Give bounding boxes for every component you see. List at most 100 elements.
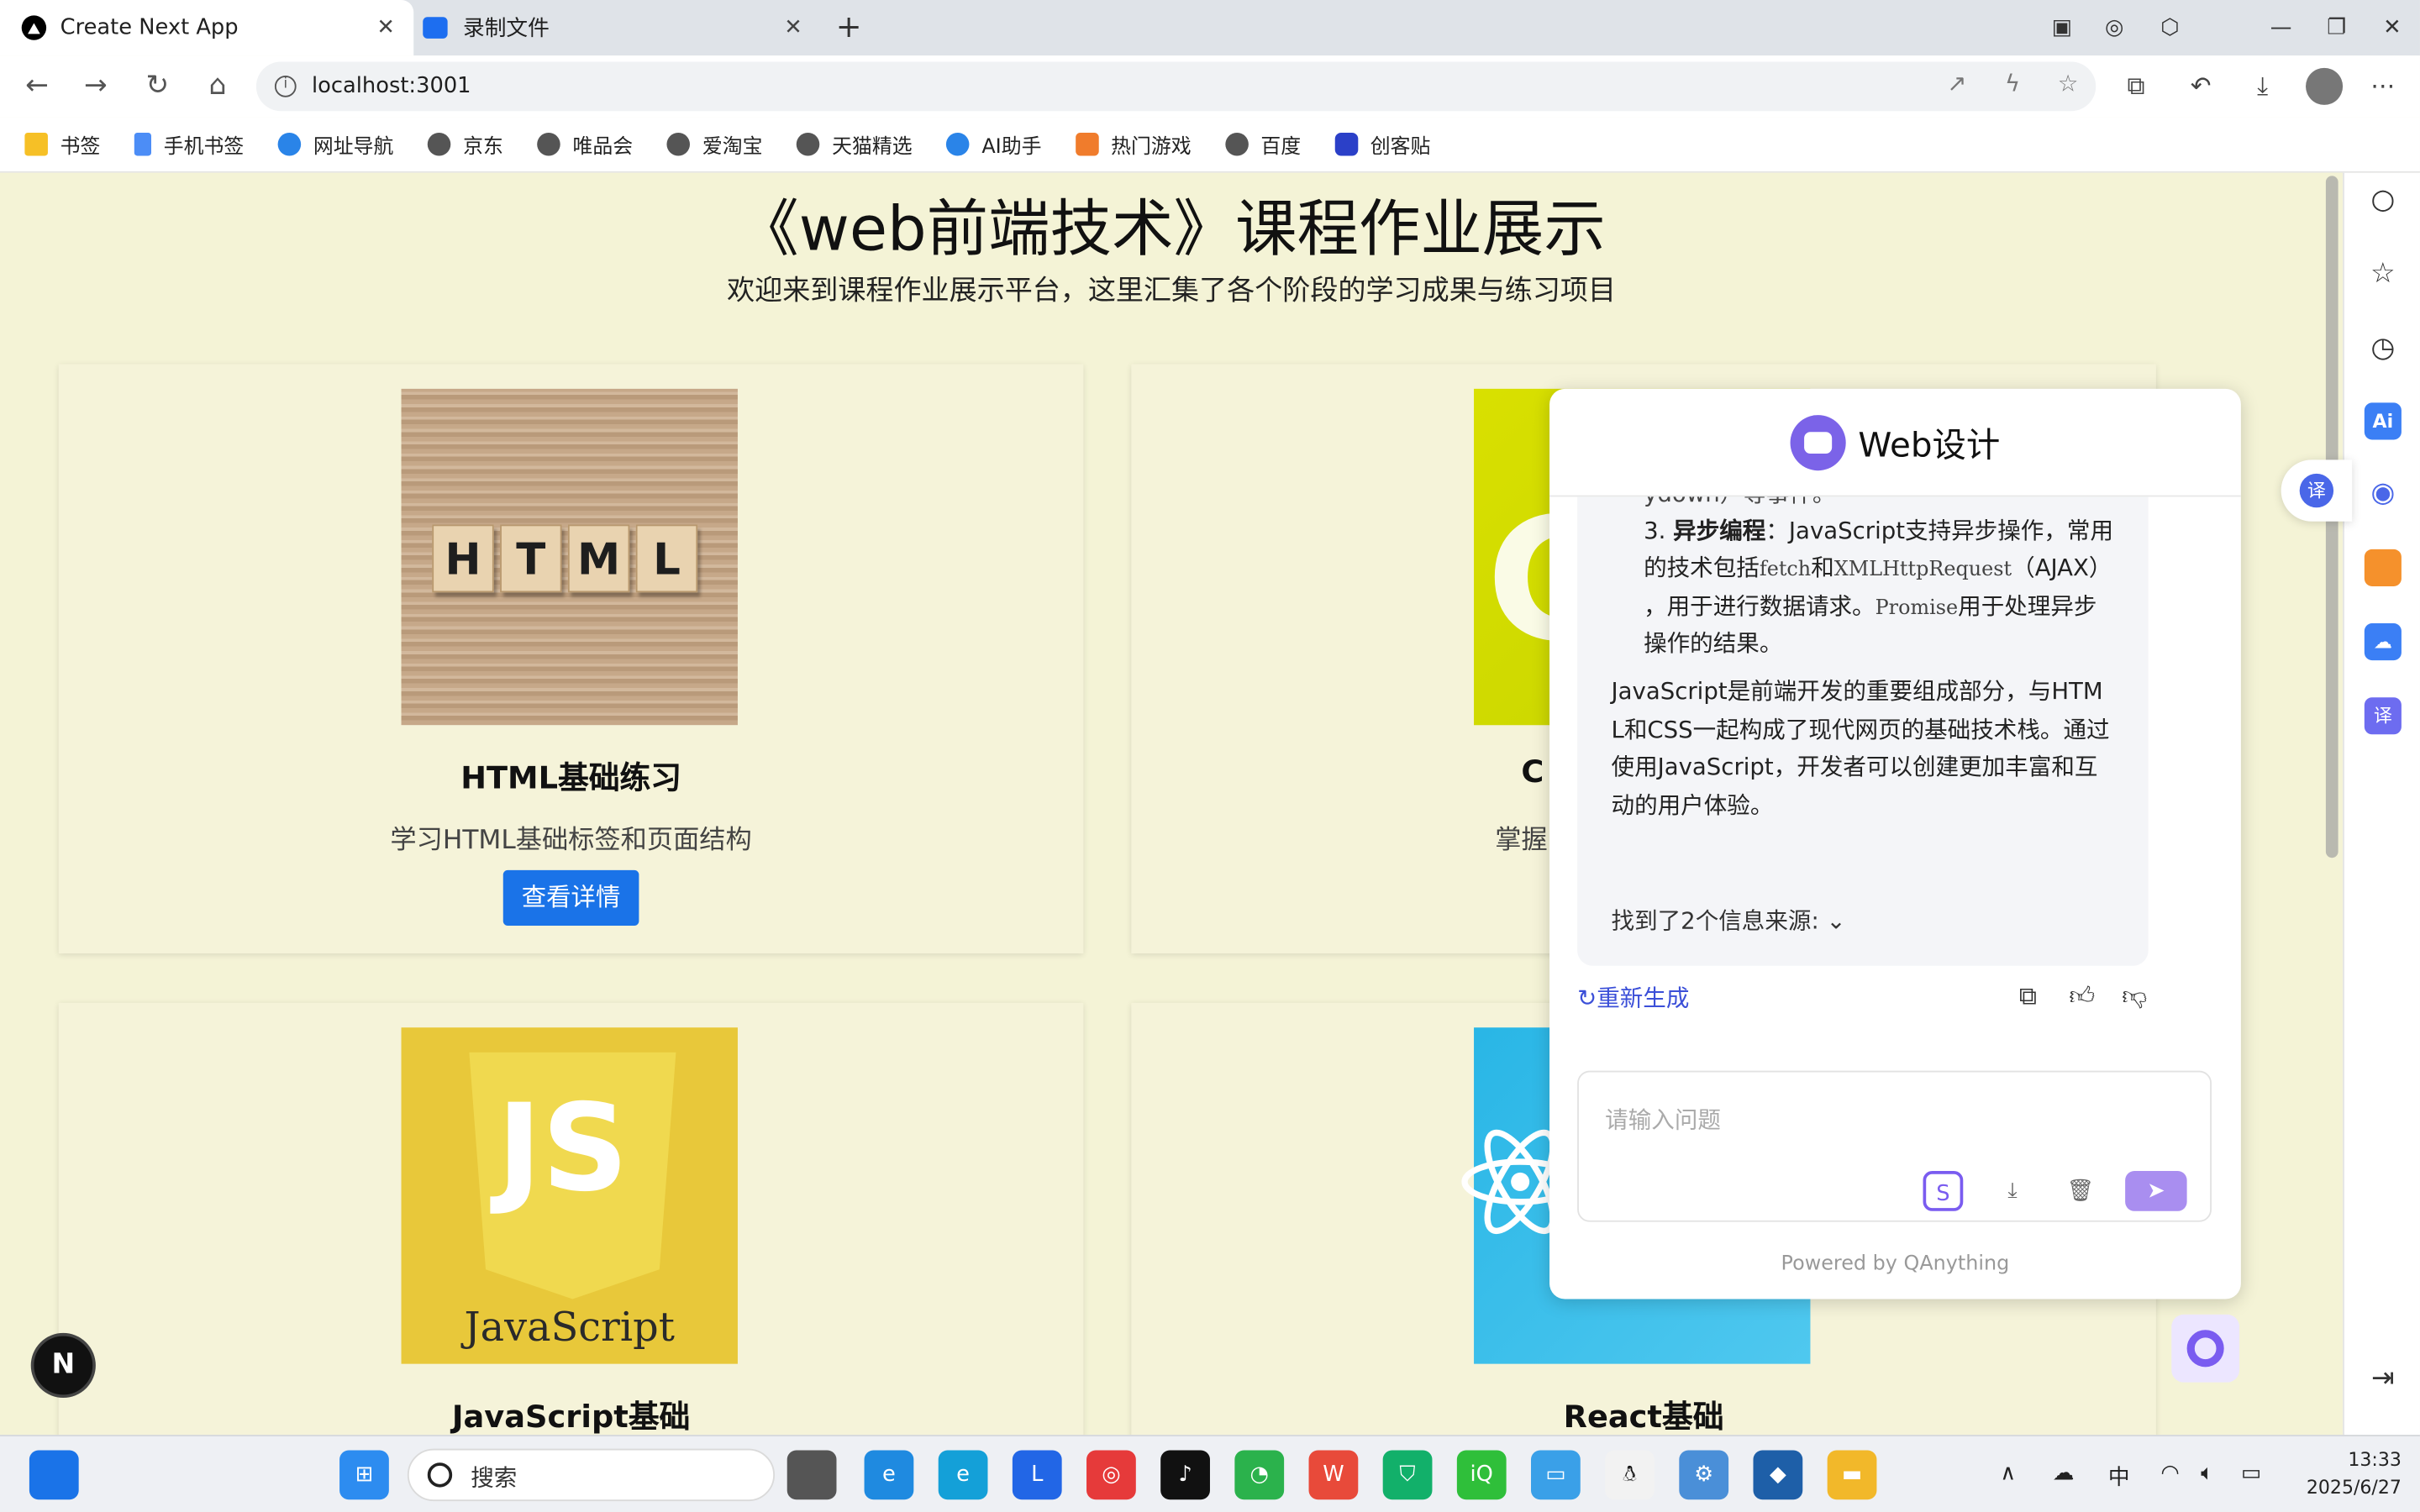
message-text: 的技术包括 [1644, 554, 1760, 582]
page-subtitle: 欢迎来到课程作业展示平台，这里汇集了各个阶段的学习成果与练习项目 [727, 274, 1617, 307]
collapse-sidebar-icon[interactable]: ⇥ [2365, 1361, 2402, 1398]
tray-overflow-icon[interactable]: ∧ [2000, 1461, 2016, 1485]
shopping-bag-icon[interactable]: ⛉ [1382, 1450, 1433, 1500]
forward-icon[interactable]: → [77, 68, 114, 105]
bookmark-item[interactable]: 书签 [24, 126, 100, 163]
bookmark-item[interactable]: 创客贴 [1334, 126, 1430, 163]
minimize-icon[interactable]: — [2254, 0, 2309, 55]
translate-icon[interactable]: 译 [2364, 697, 2402, 735]
message-line: 使用JavaScript，开发者可以创建更加丰富和互 [1611, 753, 2098, 781]
settings-gear-icon[interactable]: ⚙ [1679, 1450, 1729, 1500]
extension-puzzle-icon[interactable]: ⧉ [2118, 68, 2154, 105]
file-explorer-icon[interactable]: ▬ [1827, 1450, 1877, 1500]
back-icon[interactable]: ← [18, 68, 55, 105]
volume-icon[interactable]: 🔈︎ [2201, 1461, 2213, 1485]
nextjs-dev-badge[interactable]: N [30, 1332, 96, 1399]
new-tab-button[interactable]: + [830, 8, 867, 45]
tab-create-next-app[interactable]: Create Next App ✕ [0, 0, 414, 56]
vscode-icon[interactable]: ◆ [1753, 1450, 1803, 1500]
netease-music-icon[interactable]: ◎ [1086, 1450, 1136, 1500]
taskbar-search[interactable]: 搜索 [407, 1448, 776, 1502]
regenerate-button[interactable]: ↻重新生成 [1577, 981, 1689, 1014]
edge-icon [946, 132, 970, 156]
system-clock[interactable]: 13:33 2025/6/27 [2284, 1446, 2402, 1501]
card-title: React基础 [1563, 1398, 1724, 1436]
toolbox-icon[interactable] [2364, 549, 2402, 586]
share-icon[interactable]: ↗ [1942, 68, 1973, 99]
trash-icon[interactable]: 🗑︎ [2060, 1171, 2101, 1211]
edge-icon[interactable]: e [938, 1450, 988, 1500]
wps-icon[interactable]: W [1308, 1450, 1359, 1500]
site-info-icon[interactable]: i [274, 75, 297, 97]
view-details-button[interactable]: 查看详情 [502, 869, 639, 927]
bookmark-item[interactable]: 手机书签 [134, 126, 244, 163]
message-line: ，用于进行数据请求。Promise用于处理异步 [1644, 588, 2096, 629]
bookmark-item[interactable]: 热门游戏 [1075, 126, 1192, 163]
wifi-icon[interactable]: ◠ [2160, 1461, 2179, 1485]
chat-header: Web设计 [1549, 389, 2241, 497]
widgets-icon[interactable] [29, 1450, 79, 1500]
ai-assistant-icon[interactable]: Ai [2364, 402, 2402, 440]
ime-indicator[interactable]: 中 [2108, 1461, 2130, 1492]
tiktok-icon[interactable]: ♪ [1160, 1450, 1210, 1500]
gamepad-icon[interactable]: ◉ [2365, 475, 2402, 512]
battery-icon[interactable]: ▭ [2241, 1461, 2261, 1485]
message-text: 和 [1811, 554, 1834, 582]
bookmark-item[interactable]: 网址导航 [277, 126, 393, 163]
remote-desktop-icon[interactable]: ▭ [1531, 1450, 1581, 1500]
page-scrollbar[interactable] [2321, 172, 2344, 1436]
thumbs-up-icon[interactable]: 👍︎ [2066, 981, 2097, 1012]
history-clock-icon[interactable]: ◷ [2365, 330, 2402, 367]
edge-ai-icon[interactable]: e [864, 1450, 914, 1500]
incognito-icon[interactable]: ◎ [2086, 0, 2142, 55]
send-button[interactable]: ➤ [2125, 1171, 2187, 1211]
tab-recording[interactable]: 录制文件 ✕ [417, 0, 821, 55]
mode-switch-icon[interactable]: S [1923, 1171, 1964, 1211]
lightning-icon[interactable]: ϟ [1997, 68, 2028, 99]
profile-avatar-icon[interactable] [2306, 67, 2344, 105]
extensions-icon[interactable]: ⬡ [2142, 0, 2197, 55]
close-tab-icon[interactable]: ✕ [367, 15, 404, 39]
qanything-launcher-button[interactable] [2171, 1314, 2240, 1383]
input-placeholder: 请输入问题 [1605, 1105, 1721, 1134]
message-text: ：JavaScript支持异步操作，常用 [1765, 517, 2114, 545]
download-icon[interactable]: ⤓ [1992, 1171, 2033, 1211]
lenovo-icon[interactable]: L [1012, 1450, 1062, 1500]
onedrive-icon[interactable]: ☁ [2053, 1461, 2075, 1485]
globe-icon [796, 132, 820, 156]
bookmark-item[interactable]: 天猫精选 [796, 126, 913, 163]
search-icon[interactable]: ○ [2365, 182, 2402, 219]
translate-floating-button[interactable]: 译 [2281, 459, 2353, 522]
bookmark-item[interactable]: AI助手 [946, 126, 1041, 163]
edge-icon [277, 132, 302, 156]
iqiyi-icon[interactable]: iQ [1456, 1450, 1507, 1500]
close-tab-icon[interactable]: ✕ [775, 15, 812, 39]
copy-icon[interactable]: ⧉ [2012, 981, 2044, 1012]
task-view-icon[interactable] [786, 1450, 837, 1500]
home-icon[interactable]: ⌂ [199, 68, 236, 105]
cloud-upload-icon[interactable]: ☁ [2364, 623, 2402, 661]
bold-term: 异步编程 [1673, 517, 1766, 545]
more-menu-icon[interactable]: ⋯ [2365, 68, 2402, 105]
question-input[interactable]: 请输入问题 S ⤓ 🗑︎ ➤ [1577, 1070, 2212, 1222]
workspaces-icon[interactable]: ▣ [2034, 0, 2090, 55]
qq-icon[interactable]: 🐧︎ [1605, 1450, 1655, 1500]
favorite-star-icon[interactable]: ☆ [2053, 68, 2084, 99]
url-text[interactable]: localhost:3001 [312, 74, 471, 98]
undo-history-icon[interactable]: ↶ [2182, 68, 2219, 105]
reload-icon[interactable]: ↻ [139, 68, 176, 105]
close-window-icon[interactable]: ✕ [2365, 0, 2420, 55]
favorites-star-icon[interactable]: ☆ [2365, 256, 2402, 293]
bookmark-item[interactable]: 唯品会 [537, 126, 633, 163]
thumbs-down-icon[interactable]: 👎︎ [2119, 981, 2150, 1012]
bookmark-item[interactable]: 百度 [1225, 126, 1301, 163]
windows-start-icon[interactable]: ⊞ [339, 1450, 389, 1500]
bookmark-item[interactable]: 爱淘宝 [666, 126, 763, 163]
bookmark-item[interactable]: 京东 [427, 126, 503, 163]
address-bar[interactable]: i localhost:3001 [255, 61, 2096, 112]
download-icon[interactable]: ⤓ [2244, 68, 2281, 105]
sources-toggle[interactable]: 找到了2个信息来源: ⌄ [1612, 904, 1846, 937]
tab-title: Create Next App [60, 15, 239, 40]
restore-icon[interactable]: ❐ [2309, 0, 2365, 55]
wechat-icon[interactable]: ◔ [1234, 1450, 1285, 1500]
